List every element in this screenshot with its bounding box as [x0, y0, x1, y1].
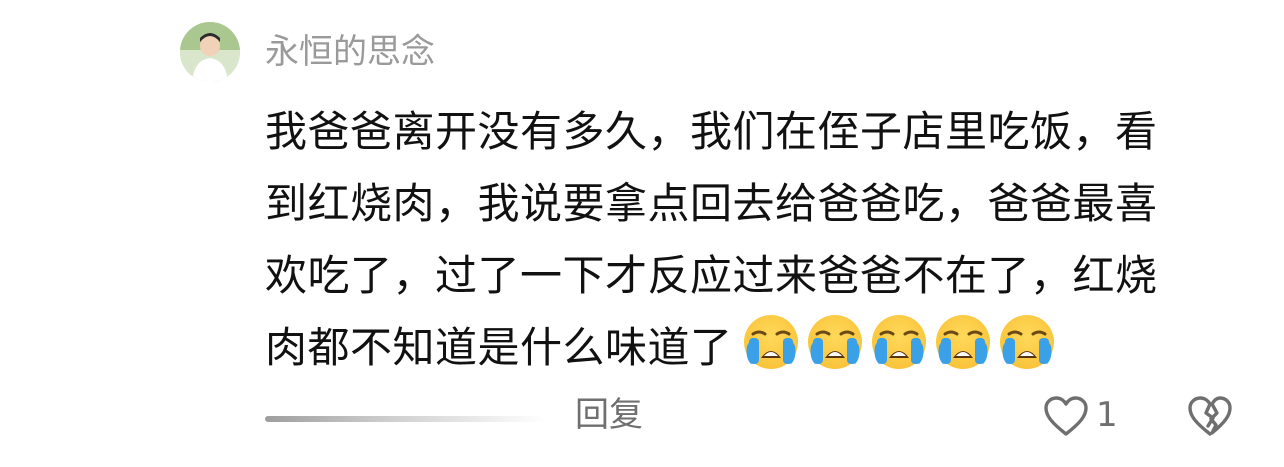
loudly-crying-face-icon: [871, 315, 926, 369]
comment-line-text: 肉都不知道是什么味道了: [265, 323, 733, 372]
heart-outline-icon[interactable]: [1042, 394, 1090, 438]
reply-button[interactable]: 回复: [575, 390, 643, 440]
comment-line-last: 肉都不知道是什么味道了: [265, 312, 1225, 384]
like-count: 1: [1096, 395, 1118, 435]
loudly-crying-face-icon: [999, 315, 1054, 369]
emoji-row: [741, 312, 1057, 372]
avatar[interactable]: [180, 22, 240, 82]
username[interactable]: 永恒的思念: [265, 28, 435, 76]
comment-line: 欢吃了，过了一下才反应过来爸爸不在了，红烧: [265, 251, 1158, 300]
comment-text: 我爸爸离开没有多久，我们在侄子店里吃饭，看 到红烧肉，我说要拿点回去给爸爸吃，爸…: [265, 96, 1225, 384]
loudly-crying-face-icon: [743, 315, 798, 369]
comment-line: 到红烧肉，我说要拿点回去给爸爸吃，爸爸最喜: [265, 179, 1158, 228]
loudly-crying-face-icon: [807, 315, 862, 369]
loudly-crying-face-icon: [935, 315, 990, 369]
user-avatar-image: [180, 22, 240, 82]
comment-line: 我爸爸离开没有多久，我们在侄子店里吃饭，看: [265, 107, 1158, 156]
broken-heart-icon[interactable]: [1186, 394, 1234, 438]
fade-divider: [265, 416, 545, 422]
